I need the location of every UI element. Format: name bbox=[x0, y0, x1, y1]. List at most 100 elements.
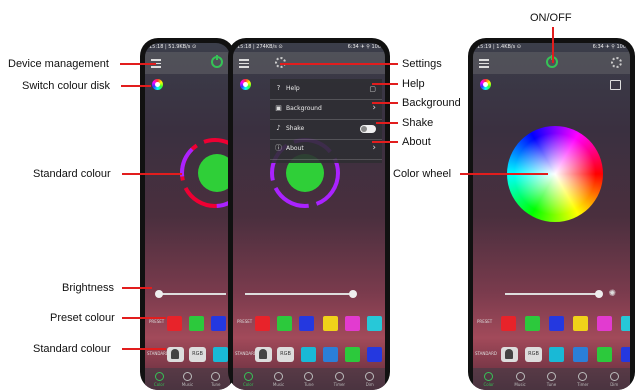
settings-menu: ? Help ▢ ▣ Background › ♪ Shake ⓘ About … bbox=[270, 79, 382, 163]
preset-swatch-green[interactable] bbox=[277, 316, 292, 331]
shake-icon: ♪ bbox=[276, 124, 281, 132]
standard-swatch-blue[interactable] bbox=[323, 347, 338, 362]
callout-color-wheel: Color wheel bbox=[393, 168, 452, 180]
callout-line bbox=[280, 63, 398, 65]
callout-line bbox=[121, 85, 151, 87]
preset-swatch-yellow[interactable] bbox=[323, 316, 338, 331]
bulb-button[interactable] bbox=[167, 347, 184, 362]
callout-settings: Settings bbox=[402, 58, 442, 70]
menu-item-about[interactable]: ⓘ About › bbox=[270, 139, 382, 160]
standard-swatch-blue[interactable] bbox=[573, 347, 588, 362]
brightness-knob[interactable] bbox=[349, 290, 357, 298]
status-left: 15:18 | 274KB/s ⊙ bbox=[237, 44, 283, 50]
tab-tune[interactable]: Tune bbox=[541, 369, 561, 389]
status-right: 6:34 ✈ ⚲ 100 bbox=[347, 44, 381, 50]
status-left: 15:19 | 1.4KB/s ⊙ bbox=[477, 44, 522, 50]
tab-color[interactable]: Color bbox=[149, 369, 169, 389]
tab-bar: Color Music Tune Timer Dim bbox=[473, 368, 630, 390]
status-bar: 15:18 | 274KB/s ⊙ 6:34 ✈ ⚲ 100 bbox=[233, 43, 385, 52]
tab-dim[interactable]: Dim bbox=[604, 369, 624, 389]
callout-device-management: Device management bbox=[8, 58, 109, 70]
preset-swatch-red[interactable] bbox=[255, 316, 270, 331]
info-icon: ⓘ bbox=[275, 144, 282, 152]
tab-bar: Color Music Tune Timer Dim bbox=[233, 368, 385, 390]
callout-preset-colour: Preset colour bbox=[50, 312, 115, 324]
brightness-knob[interactable] bbox=[155, 290, 163, 298]
standard-swatch-navy[interactable] bbox=[367, 347, 382, 362]
shake-toggle[interactable] bbox=[360, 125, 376, 133]
status-bar: 15:18 | 51.9KB/s ⊙ bbox=[145, 43, 230, 52]
callout-line bbox=[460, 173, 548, 175]
callout-line bbox=[122, 173, 182, 175]
tab-bar: Color Music Tune bbox=[145, 368, 230, 390]
tab-tune[interactable]: Tune bbox=[206, 369, 226, 389]
preset-swatch-green[interactable] bbox=[525, 316, 540, 331]
standard-swatch-green[interactable] bbox=[345, 347, 360, 362]
callout-standard-colour-buttons: Standard colour bbox=[33, 343, 111, 355]
standard-label: STANDARD bbox=[475, 351, 498, 356]
preset-swatch-magenta[interactable] bbox=[597, 316, 612, 331]
standard-label: STANDARD bbox=[235, 351, 258, 356]
tab-music[interactable]: Music bbox=[510, 369, 530, 389]
tab-timer[interactable]: Timer bbox=[329, 369, 349, 389]
preset-swatch-blue[interactable] bbox=[211, 316, 226, 331]
menu-item-background[interactable]: ▣ Background › bbox=[270, 99, 382, 120]
menu-item-help[interactable]: ? Help ▢ bbox=[270, 79, 382, 100]
status-right: 6:34 ✈ ⚲ 100 bbox=[592, 44, 626, 50]
callout-standard-colour: Standard colour bbox=[33, 168, 111, 180]
settings-screen: 15:18 | 274KB/s ⊙ 6:34 ✈ ⚲ 100 ? Help ▢ … bbox=[233, 43, 385, 390]
brightness-slider[interactable] bbox=[245, 290, 357, 298]
tab-music[interactable]: Music bbox=[177, 369, 197, 389]
standard-swatch-cyan[interactable] bbox=[549, 347, 564, 362]
tab-color[interactable]: Color bbox=[238, 369, 258, 389]
callout-on-off: ON/OFF bbox=[530, 12, 572, 24]
preset-swatch-magenta[interactable] bbox=[345, 316, 360, 331]
brightness-slider[interactable] bbox=[155, 290, 226, 298]
top-bar bbox=[145, 52, 230, 74]
callout-help: Help bbox=[402, 78, 425, 90]
standard-colour-ring[interactable] bbox=[175, 133, 230, 213]
callout-line bbox=[122, 317, 166, 319]
status-left: 15:18 | 51.9KB/s ⊙ bbox=[149, 44, 197, 50]
power-icon[interactable] bbox=[211, 55, 223, 68]
menu-icon[interactable] bbox=[239, 57, 249, 69]
tab-music[interactable]: Music bbox=[269, 369, 289, 389]
bulb-button[interactable] bbox=[501, 347, 518, 362]
tab-timer[interactable]: Timer bbox=[573, 369, 593, 389]
preset-swatch-yellow[interactable] bbox=[573, 316, 588, 331]
tab-tune[interactable]: Tune bbox=[299, 369, 319, 389]
tab-color[interactable]: Color bbox=[479, 369, 499, 389]
preset-swatch-red[interactable] bbox=[167, 316, 182, 331]
phone-settings-screen: 15:18 | 274KB/s ⊙ 6:34 ✈ ⚲ 100 ? Help ▢ … bbox=[228, 38, 390, 390]
standard-swatch-navy[interactable] bbox=[621, 347, 630, 362]
menu-item-shake[interactable]: ♪ Shake bbox=[270, 119, 382, 140]
preset-swatch-green[interactable] bbox=[189, 316, 204, 331]
preset-label: PRESET bbox=[477, 319, 493, 324]
preset-swatch-blue[interactable] bbox=[549, 316, 564, 331]
preset-swatch-cyan[interactable] bbox=[367, 316, 382, 331]
standard-swatch-green[interactable] bbox=[597, 347, 612, 362]
standard-swatch-cyan[interactable] bbox=[301, 347, 316, 362]
gear-icon[interactable] bbox=[611, 57, 622, 68]
tab-dim[interactable]: Dim bbox=[360, 369, 380, 389]
standard-colour-center bbox=[198, 154, 230, 192]
brightness-knob[interactable] bbox=[595, 290, 603, 298]
standard-swatch-cyan[interactable] bbox=[213, 347, 228, 362]
bulb-button[interactable] bbox=[255, 347, 272, 362]
colour-disk-icon[interactable] bbox=[480, 79, 491, 90]
rgb-button[interactable]: RGB bbox=[525, 347, 542, 362]
brightness-slider[interactable] bbox=[505, 290, 603, 298]
callout-line bbox=[376, 122, 398, 124]
rgb-button[interactable]: RGB bbox=[189, 347, 206, 362]
image-icon[interactable] bbox=[610, 80, 621, 90]
callout-line bbox=[122, 287, 152, 289]
colour-disk-icon[interactable] bbox=[240, 79, 251, 90]
background-icon: ▣ bbox=[275, 104, 282, 112]
colour-disk-icon[interactable] bbox=[152, 79, 163, 90]
preset-swatch-cyan[interactable] bbox=[621, 316, 630, 331]
chevron-right-icon: › bbox=[372, 103, 376, 113]
preset-swatch-blue[interactable] bbox=[299, 316, 314, 331]
rgb-button[interactable]: RGB bbox=[277, 347, 294, 362]
preset-swatch-red[interactable] bbox=[501, 316, 516, 331]
menu-icon[interactable] bbox=[479, 57, 489, 69]
